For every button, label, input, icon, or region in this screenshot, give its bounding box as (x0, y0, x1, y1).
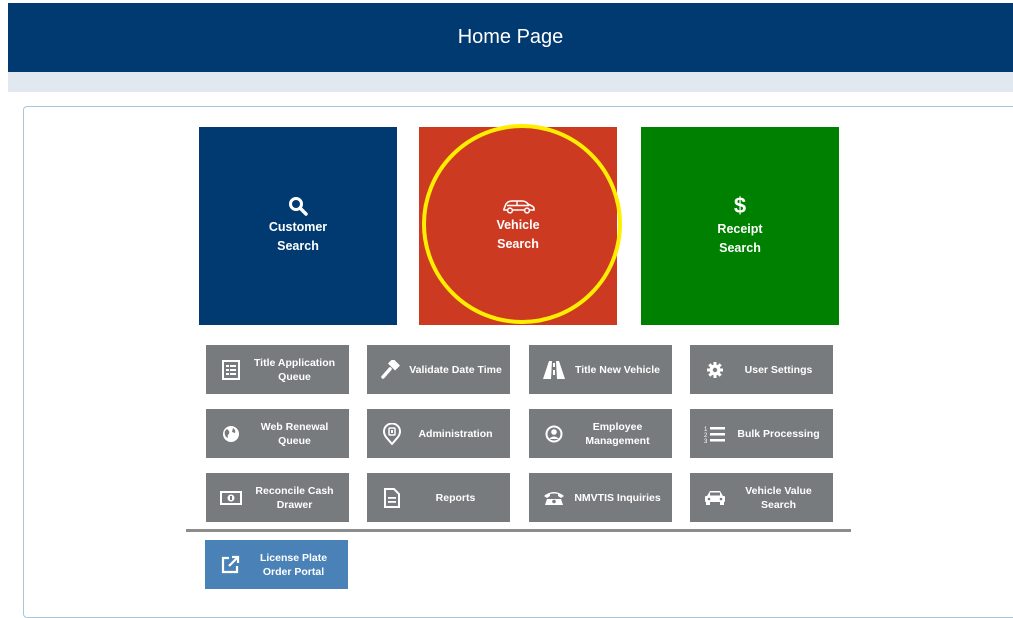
web-renewal-queue-label: Web Renewal Queue (260, 420, 329, 447)
nmvtis-inquiries-button[interactable]: NMVTIS Inquiries (529, 473, 672, 522)
numbered-list-icon: 1 2 3 (704, 423, 726, 445)
search-icon (288, 196, 308, 216)
list-icon (220, 359, 242, 381)
money-icon (220, 487, 242, 509)
validate-date-time-label: Validate Date Time (409, 363, 502, 376)
car-icon (704, 487, 726, 509)
external-link-icon (219, 554, 241, 576)
receipt-search-tile[interactable]: $ Receipt Search (641, 127, 839, 325)
divider (186, 529, 851, 532)
vehicle-value-search-button[interactable]: Vehicle Value Search (690, 473, 833, 522)
reconcile-cash-drawer-button[interactable]: Reconcile Cash Drawer (206, 473, 349, 522)
header-bar: Home Page (8, 3, 1013, 72)
reports-label: Reports (435, 491, 476, 504)
phone-icon (543, 487, 565, 509)
title-new-vehicle-label: Title New Vehicle (574, 363, 660, 376)
vehicle-search-label: Vehicle Search (496, 218, 540, 251)
bulk-processing-button[interactable]: 1 2 3 Bulk Processing (690, 409, 833, 458)
bulk-processing-label: Bulk Processing (737, 427, 820, 440)
employee-management-label: Employee Management (585, 420, 650, 447)
customer-search-tile[interactable]: Customer Search (199, 127, 397, 325)
document-icon (381, 487, 403, 509)
vehicle-search-tile[interactable]: Vehicle Search (419, 127, 617, 325)
validate-date-time-button[interactable]: Validate Date Time (367, 345, 510, 394)
gavel-icon (381, 359, 403, 381)
reports-button[interactable]: Reports (367, 473, 510, 522)
web-renewal-queue-button[interactable]: Web Renewal Queue (206, 409, 349, 458)
nmvtis-inquiries-label: NMVTIS Inquiries (574, 491, 661, 504)
administration-button[interactable]: Administration (367, 409, 510, 458)
user-settings-label: User Settings (744, 363, 813, 376)
customer-search-label: Customer Search (268, 220, 328, 253)
dollar-icon: $ (733, 193, 747, 218)
sub-header-bar (8, 72, 1013, 92)
title-application-queue-label: Title Application Queue (253, 356, 336, 383)
license-plate-order-portal-button[interactable]: License Plate Order Portal (205, 540, 348, 589)
user-circle-icon (543, 423, 565, 445)
title-new-vehicle-button[interactable]: Title New Vehicle (529, 345, 672, 394)
title-application-queue-button[interactable]: Title Application Queue (206, 345, 349, 394)
page-title: Home Page (457, 26, 564, 48)
map-pin-icon (381, 422, 403, 445)
vehicle-value-search-label: Vehicle Value Search (745, 484, 812, 511)
car-icon (501, 198, 535, 214)
globe-icon (220, 423, 242, 445)
receipt-search-label: Receipt Search (717, 222, 763, 255)
user-settings-button[interactable]: User Settings (690, 345, 833, 394)
svg-text:3: 3 (704, 439, 708, 443)
road-icon (543, 359, 565, 381)
gear-icon (704, 359, 726, 381)
administration-label: Administration (418, 427, 493, 440)
license-plate-order-portal-label: License Plate Order Portal (259, 551, 328, 578)
reconcile-cash-drawer-label: Reconcile Cash Drawer (255, 484, 334, 511)
employee-management-button[interactable]: Employee Management (529, 409, 672, 458)
